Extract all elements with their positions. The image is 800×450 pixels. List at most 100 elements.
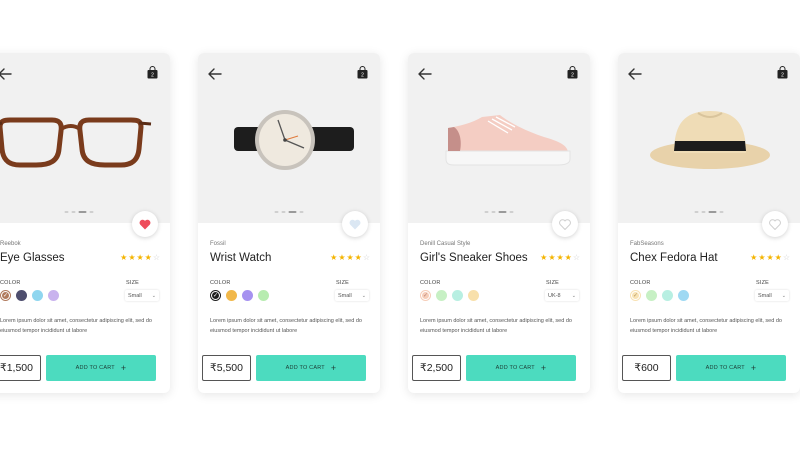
plus-icon: + — [330, 362, 337, 373]
image-carousel-dots[interactable] — [64, 211, 94, 213]
heart-icon — [139, 219, 151, 229]
star-icon: ★ — [758, 253, 766, 262]
color-swatch[interactable] — [646, 290, 657, 301]
heart-icon — [559, 218, 571, 230]
product-name: Girl's Sneaker Shoes — [420, 252, 528, 264]
star-icon: ★ — [766, 253, 774, 262]
favorite-button[interactable] — [762, 211, 788, 237]
check-icon: ✓ — [212, 292, 219, 299]
fedora-hat-image — [650, 111, 770, 169]
size-label: SIZE — [756, 280, 770, 286]
size-select[interactable]: Small ⌄ — [335, 290, 369, 301]
product-description: Lorem ipsum dolor sit amet, consectetur … — [210, 318, 362, 334]
image-carousel-dots[interactable] — [484, 211, 514, 213]
star-icon: ★ — [750, 253, 758, 262]
star-empty-icon: ☆ — [572, 253, 580, 262]
shopping-bag-icon[interactable]: 2 — [567, 66, 578, 79]
eyeglasses-image — [0, 117, 152, 168]
color-swatch-selected[interactable]: ✓ — [210, 290, 221, 301]
color-swatch[interactable] — [16, 290, 27, 301]
color-swatch-selected[interactable]: ✓ — [630, 290, 641, 301]
star-icon: ★ — [774, 253, 782, 262]
svg-text:2: 2 — [151, 73, 154, 79]
price-label: ₹2,500 — [412, 355, 461, 381]
color-swatch[interactable] — [48, 290, 59, 301]
heart-icon — [349, 219, 361, 229]
add-to-cart-button[interactable]: ADD TO CART + — [256, 355, 366, 381]
arrow-left-icon[interactable] — [628, 68, 642, 80]
color-swatch[interactable] — [436, 290, 447, 301]
star-empty-icon: ☆ — [782, 253, 790, 262]
svg-text:2: 2 — [781, 73, 784, 79]
product-card: 2 FabSeasons Chex Fedora Hat ★ ★ ★ ★ ☆ COLOR… — [618, 53, 800, 393]
product-description: Lorem ipsum dolor sit amet, consectetur … — [0, 318, 152, 334]
size-select[interactable]: Small ⌄ — [125, 290, 159, 301]
product-description: Lorem ipsum dolor sit amet, consectetur … — [420, 318, 572, 334]
size-select[interactable]: UK-8 ⌄ — [545, 290, 579, 301]
chevron-down-icon: ⌄ — [151, 292, 156, 299]
product-name: Wrist Watch — [210, 252, 272, 264]
add-to-cart-button[interactable]: ADD TO CART + — [466, 355, 576, 381]
star-icon: ★ — [330, 253, 338, 262]
rating-stars: ★ ★ ★ ★ ☆ — [330, 254, 370, 262]
color-swatch[interactable] — [226, 290, 237, 301]
star-icon: ★ — [136, 253, 144, 262]
add-to-cart-button[interactable]: ADD TO CART + — [46, 355, 156, 381]
shopping-bag-icon[interactable]: 2 — [777, 66, 788, 79]
star-icon: ★ — [128, 253, 136, 262]
brand-name: Denill Casual Style — [420, 241, 471, 247]
check-icon: ✓ — [632, 292, 639, 299]
product-card: 2 Denill Casual Style Girl's Sneaker Sho… — [408, 53, 590, 393]
color-swatch[interactable] — [258, 290, 269, 301]
rating-stars: ★ ★ ★ ★ ☆ — [750, 254, 790, 262]
star-empty-icon: ☆ — [152, 253, 160, 262]
color-swatch[interactable] — [32, 290, 43, 301]
color-swatches: ✓ — [420, 290, 479, 301]
star-icon: ★ — [540, 253, 548, 262]
product-image-area: 2 — [408, 53, 590, 223]
favorite-button[interactable] — [552, 211, 578, 237]
product-name: Eye Glasses — [0, 252, 65, 264]
image-carousel-dots[interactable] — [694, 211, 724, 213]
color-swatch[interactable] — [242, 290, 253, 301]
color-swatch-selected[interactable]: ✓ — [420, 290, 431, 301]
shopping-bag-icon[interactable]: 2 — [147, 66, 158, 79]
add-to-cart-button[interactable]: ADD TO CART + — [676, 355, 786, 381]
arrow-left-icon[interactable] — [208, 68, 222, 80]
size-select[interactable]: Small ⌄ — [755, 290, 789, 301]
color-label: COLOR — [0, 280, 21, 286]
svg-text:2: 2 — [571, 73, 574, 79]
star-icon: ★ — [144, 253, 152, 262]
color-label: COLOR — [630, 280, 651, 286]
color-swatch[interactable] — [662, 290, 673, 301]
color-swatch[interactable] — [678, 290, 689, 301]
arrow-left-icon[interactable] — [418, 68, 432, 80]
color-swatches: ✓ — [630, 290, 689, 301]
star-icon: ★ — [564, 253, 572, 262]
product-image-area: 2 — [198, 53, 380, 223]
size-label: SIZE — [546, 280, 560, 286]
product-name: Chex Fedora Hat — [630, 252, 718, 264]
plus-icon: + — [750, 362, 757, 373]
check-icon: ✓ — [422, 292, 429, 299]
color-swatch[interactable] — [468, 290, 479, 301]
color-swatches: ✓ — [0, 290, 59, 301]
product-image-area: 2 — [618, 53, 800, 223]
chevron-down-icon: ⌄ — [571, 292, 576, 299]
star-icon: ★ — [120, 253, 128, 262]
color-label: COLOR — [210, 280, 231, 286]
favorite-button[interactable] — [132, 211, 158, 237]
wrist-watch-image — [234, 110, 354, 170]
product-description: Lorem ipsum dolor sit amet, consectetur … — [630, 318, 782, 334]
rating-stars: ★ ★ ★ ★ ☆ — [540, 254, 580, 262]
arrow-left-icon[interactable] — [0, 68, 12, 80]
shopping-bag-icon[interactable]: 2 — [357, 66, 368, 79]
color-swatch[interactable] — [452, 290, 463, 301]
brand-name: FabSeasons — [630, 241, 664, 247]
color-swatch-selected[interactable]: ✓ — [0, 290, 11, 301]
favorite-button[interactable] — [342, 211, 368, 237]
brand-name: Fossil — [210, 241, 226, 247]
plus-icon: + — [120, 362, 127, 373]
price-label: ₹5,500 — [202, 355, 251, 381]
image-carousel-dots[interactable] — [274, 211, 304, 213]
